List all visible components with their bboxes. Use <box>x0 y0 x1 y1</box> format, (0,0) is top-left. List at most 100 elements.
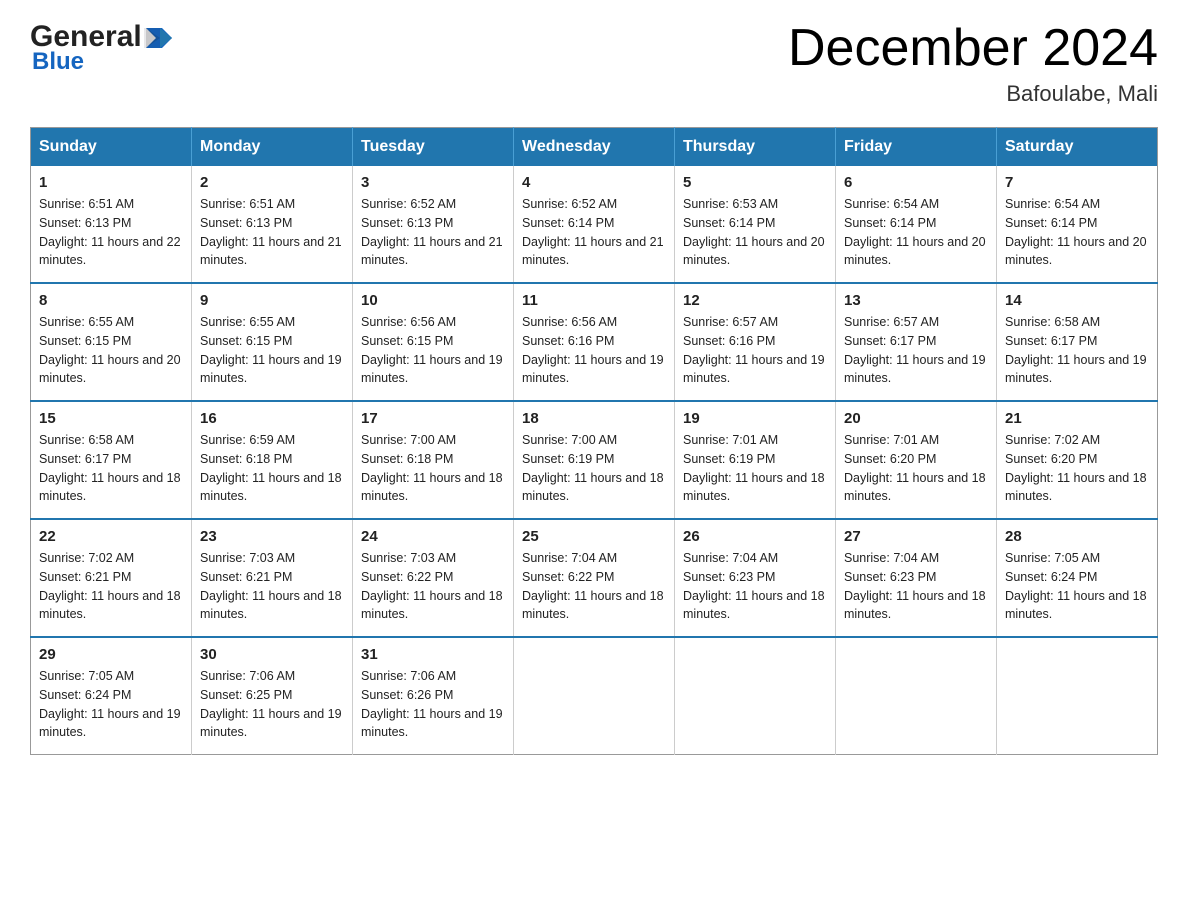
daylight-label: Daylight: 11 hours and 19 minutes. <box>844 353 986 386</box>
day-info: Sunrise: 7:04 AM Sunset: 6:23 PM Dayligh… <box>683 549 827 624</box>
sunset-label: Sunset: 6:19 PM <box>522 452 614 466</box>
day-cell <box>514 637 675 755</box>
day-info: Sunrise: 6:54 AM Sunset: 6:14 PM Dayligh… <box>844 195 988 270</box>
sunrise-label: Sunrise: 6:51 AM <box>39 197 134 211</box>
daylight-label: Daylight: 11 hours and 20 minutes. <box>844 235 986 268</box>
day-number: 31 <box>361 646 505 663</box>
day-number: 6 <box>844 174 988 191</box>
day-cell: 25 Sunrise: 7:04 AM Sunset: 6:22 PM Dayl… <box>514 519 675 637</box>
header-cell-friday: Friday <box>836 128 997 167</box>
sunset-label: Sunset: 6:20 PM <box>1005 452 1097 466</box>
day-number: 2 <box>200 174 344 191</box>
day-info: Sunrise: 6:51 AM Sunset: 6:13 PM Dayligh… <box>39 195 183 270</box>
day-number: 8 <box>39 292 183 309</box>
day-number: 9 <box>200 292 344 309</box>
sunrise-label: Sunrise: 6:57 AM <box>683 315 778 329</box>
day-number: 23 <box>200 528 344 545</box>
calendar-title: December 2024 <box>788 20 1158 77</box>
sunset-label: Sunset: 6:14 PM <box>844 216 936 230</box>
day-cell: 2 Sunrise: 6:51 AM Sunset: 6:13 PM Dayli… <box>192 166 353 283</box>
day-cell: 20 Sunrise: 7:01 AM Sunset: 6:20 PM Dayl… <box>836 401 997 519</box>
daylight-label: Daylight: 11 hours and 19 minutes. <box>361 353 503 386</box>
day-cell: 3 Sunrise: 6:52 AM Sunset: 6:13 PM Dayli… <box>353 166 514 283</box>
sunrise-label: Sunrise: 7:02 AM <box>1005 433 1100 447</box>
day-cell: 26 Sunrise: 7:04 AM Sunset: 6:23 PM Dayl… <box>675 519 836 637</box>
day-info: Sunrise: 7:05 AM Sunset: 6:24 PM Dayligh… <box>39 667 183 742</box>
day-cell: 19 Sunrise: 7:01 AM Sunset: 6:19 PM Dayl… <box>675 401 836 519</box>
day-cell: 9 Sunrise: 6:55 AM Sunset: 6:15 PM Dayli… <box>192 283 353 401</box>
daylight-label: Daylight: 11 hours and 18 minutes. <box>522 589 664 622</box>
logo: General Blue <box>30 20 172 76</box>
sunrise-label: Sunrise: 6:56 AM <box>522 315 617 329</box>
day-info: Sunrise: 6:58 AM Sunset: 6:17 PM Dayligh… <box>1005 313 1149 388</box>
daylight-label: Daylight: 11 hours and 20 minutes. <box>683 235 825 268</box>
daylight-label: Daylight: 11 hours and 21 minutes. <box>200 235 342 268</box>
calendar-body: 1 Sunrise: 6:51 AM Sunset: 6:13 PM Dayli… <box>31 166 1158 755</box>
day-cell: 8 Sunrise: 6:55 AM Sunset: 6:15 PM Dayli… <box>31 283 192 401</box>
day-info: Sunrise: 6:55 AM Sunset: 6:15 PM Dayligh… <box>200 313 344 388</box>
sunset-label: Sunset: 6:13 PM <box>200 216 292 230</box>
sunrise-label: Sunrise: 7:01 AM <box>844 433 939 447</box>
sunrise-label: Sunrise: 7:03 AM <box>361 551 456 565</box>
sunrise-label: Sunrise: 6:58 AM <box>1005 315 1100 329</box>
day-cell: 27 Sunrise: 7:04 AM Sunset: 6:23 PM Dayl… <box>836 519 997 637</box>
header-cell-tuesday: Tuesday <box>353 128 514 167</box>
day-info: Sunrise: 6:51 AM Sunset: 6:13 PM Dayligh… <box>200 195 344 270</box>
daylight-label: Daylight: 11 hours and 19 minutes. <box>1005 353 1147 386</box>
sunset-label: Sunset: 6:16 PM <box>683 334 775 348</box>
day-cell: 1 Sunrise: 6:51 AM Sunset: 6:13 PM Dayli… <box>31 166 192 283</box>
day-cell: 12 Sunrise: 6:57 AM Sunset: 6:16 PM Dayl… <box>675 283 836 401</box>
sunrise-label: Sunrise: 6:54 AM <box>1005 197 1100 211</box>
header-cell-thursday: Thursday <box>675 128 836 167</box>
sunset-label: Sunset: 6:13 PM <box>361 216 453 230</box>
day-number: 30 <box>200 646 344 663</box>
day-info: Sunrise: 7:00 AM Sunset: 6:19 PM Dayligh… <box>522 431 666 506</box>
day-info: Sunrise: 6:59 AM Sunset: 6:18 PM Dayligh… <box>200 431 344 506</box>
week-row-4: 22 Sunrise: 7:02 AM Sunset: 6:21 PM Dayl… <box>31 519 1158 637</box>
day-info: Sunrise: 7:01 AM Sunset: 6:20 PM Dayligh… <box>844 431 988 506</box>
header-cell-saturday: Saturday <box>997 128 1158 167</box>
sunrise-label: Sunrise: 6:57 AM <box>844 315 939 329</box>
title-block: December 2024 Bafoulabe, Mali <box>788 20 1158 107</box>
sunset-label: Sunset: 6:25 PM <box>200 688 292 702</box>
day-number: 21 <box>1005 410 1149 427</box>
day-number: 4 <box>522 174 666 191</box>
week-row-1: 1 Sunrise: 6:51 AM Sunset: 6:13 PM Dayli… <box>31 166 1158 283</box>
day-number: 7 <box>1005 174 1149 191</box>
day-number: 1 <box>39 174 183 191</box>
day-number: 27 <box>844 528 988 545</box>
sunrise-label: Sunrise: 6:55 AM <box>39 315 134 329</box>
sunset-label: Sunset: 6:13 PM <box>39 216 131 230</box>
sunset-label: Sunset: 6:21 PM <box>39 570 131 584</box>
header-cell-sunday: Sunday <box>31 128 192 167</box>
day-info: Sunrise: 6:52 AM Sunset: 6:13 PM Dayligh… <box>361 195 505 270</box>
daylight-label: Daylight: 11 hours and 22 minutes. <box>39 235 181 268</box>
week-row-2: 8 Sunrise: 6:55 AM Sunset: 6:15 PM Dayli… <box>31 283 1158 401</box>
day-number: 15 <box>39 410 183 427</box>
day-info: Sunrise: 7:01 AM Sunset: 6:19 PM Dayligh… <box>683 431 827 506</box>
day-info: Sunrise: 7:06 AM Sunset: 6:26 PM Dayligh… <box>361 667 505 742</box>
day-cell <box>675 637 836 755</box>
day-number: 18 <box>522 410 666 427</box>
day-info: Sunrise: 6:57 AM Sunset: 6:16 PM Dayligh… <box>683 313 827 388</box>
day-cell: 13 Sunrise: 6:57 AM Sunset: 6:17 PM Dayl… <box>836 283 997 401</box>
sunrise-label: Sunrise: 6:59 AM <box>200 433 295 447</box>
daylight-label: Daylight: 11 hours and 18 minutes. <box>200 589 342 622</box>
sunrise-label: Sunrise: 7:06 AM <box>361 669 456 683</box>
day-number: 17 <box>361 410 505 427</box>
sunrise-label: Sunrise: 6:55 AM <box>200 315 295 329</box>
day-info: Sunrise: 7:04 AM Sunset: 6:22 PM Dayligh… <box>522 549 666 624</box>
day-number: 28 <box>1005 528 1149 545</box>
sunset-label: Sunset: 6:14 PM <box>1005 216 1097 230</box>
day-number: 16 <box>200 410 344 427</box>
sunset-label: Sunset: 6:22 PM <box>361 570 453 584</box>
day-cell: 30 Sunrise: 7:06 AM Sunset: 6:25 PM Dayl… <box>192 637 353 755</box>
day-cell: 11 Sunrise: 6:56 AM Sunset: 6:16 PM Dayl… <box>514 283 675 401</box>
week-row-5: 29 Sunrise: 7:05 AM Sunset: 6:24 PM Dayl… <box>31 637 1158 755</box>
day-info: Sunrise: 6:57 AM Sunset: 6:17 PM Dayligh… <box>844 313 988 388</box>
sunset-label: Sunset: 6:24 PM <box>39 688 131 702</box>
day-info: Sunrise: 6:56 AM Sunset: 6:16 PM Dayligh… <box>522 313 666 388</box>
sunset-label: Sunset: 6:23 PM <box>683 570 775 584</box>
day-info: Sunrise: 6:55 AM Sunset: 6:15 PM Dayligh… <box>39 313 183 388</box>
day-info: Sunrise: 7:03 AM Sunset: 6:22 PM Dayligh… <box>361 549 505 624</box>
